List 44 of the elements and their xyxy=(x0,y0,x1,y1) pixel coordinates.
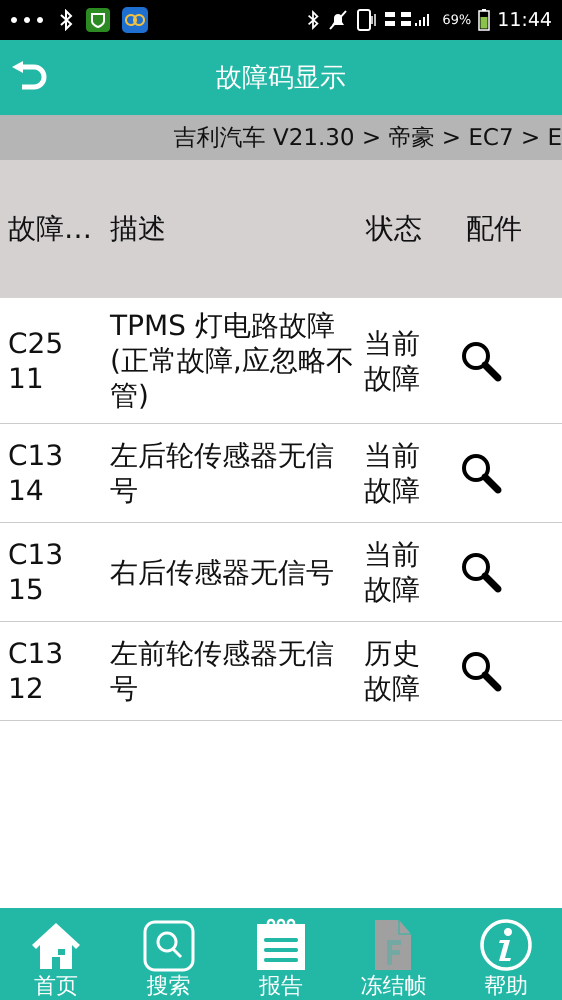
notepad-icon xyxy=(254,918,307,972)
search-icon xyxy=(460,452,502,494)
document-icon xyxy=(373,918,414,972)
search-icon xyxy=(460,650,502,692)
muted-bell-icon xyxy=(327,9,350,31)
column-header: 故障… xyxy=(7,211,93,247)
status-cell-text: 当前故障 xyxy=(363,326,421,396)
bluetooth-icon xyxy=(58,9,74,31)
status-cell-text: 当前故障 xyxy=(363,537,421,607)
fault-code-cell-text: C2511 xyxy=(7,326,64,396)
nav-tab[interactable]: 报告 xyxy=(230,918,331,1000)
parts-search-button[interactable] xyxy=(460,452,502,494)
battery-icon xyxy=(478,9,490,31)
column-header: 描述 xyxy=(109,211,167,247)
breadcrumb-text: 吉利汽车 V21.30 > 帝豪 > EC7 > E xyxy=(174,124,562,153)
search-icon xyxy=(460,551,502,593)
bluetooth-icon xyxy=(306,9,320,31)
status-cell-text: 当前故障 xyxy=(363,438,421,508)
parts-search-button[interactable] xyxy=(460,650,502,692)
status-cell-text: 历史故障 xyxy=(363,636,421,706)
nav-tab[interactable]: 帮助 xyxy=(456,918,556,1000)
search-icon xyxy=(142,920,195,972)
description-cell-text: 左后轮传感器无信号 xyxy=(109,438,335,508)
info-icon xyxy=(478,918,533,972)
battery-percent: 69% xyxy=(442,12,472,28)
description-cell-text: 左前轮传感器无信号 xyxy=(109,636,335,706)
vibrate-phone-icon xyxy=(356,8,378,32)
description-cell-text: TPMS 灯电路故障(正常故障,应忽略不管) xyxy=(108,308,355,413)
parts-search-button[interactable] xyxy=(460,551,502,593)
column-header: 状态 xyxy=(364,211,423,247)
screen-title: 故障码显示 xyxy=(216,62,346,95)
parts-search-button[interactable] xyxy=(460,340,502,382)
nav-tab[interactable]: 首页 xyxy=(6,920,106,1000)
fault-code-cell-text: C1312 xyxy=(7,636,64,706)
search-icon xyxy=(460,340,502,382)
fault-code-cell-text: C1314 xyxy=(7,438,64,508)
shield-app-icon xyxy=(86,8,110,32)
rings-app-icon xyxy=(122,7,148,33)
nav-tab[interactable]: 搜索 xyxy=(118,920,219,1000)
clock: 11:44 xyxy=(497,9,552,31)
fault-code-cell-text: C1315 xyxy=(7,537,64,607)
description-cell-text: 右后传感器无信号 xyxy=(109,554,335,590)
more-icon xyxy=(10,16,46,24)
column-header: 配件 xyxy=(465,211,523,247)
